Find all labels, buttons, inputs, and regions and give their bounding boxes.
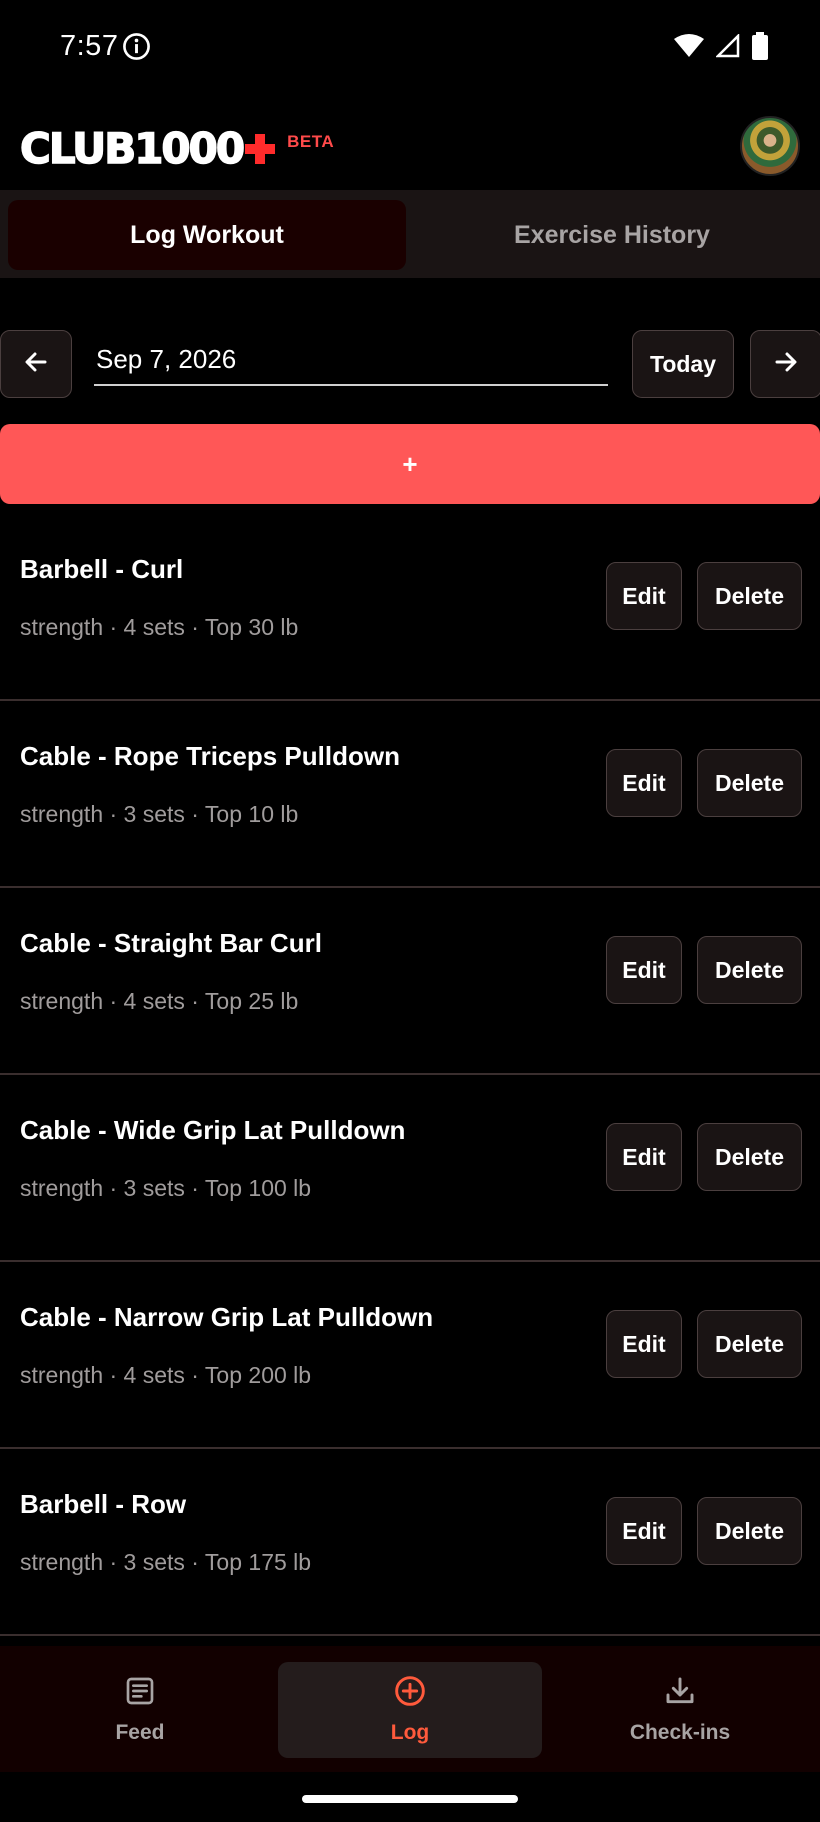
nav-check-ins-label: Check-ins [629,1721,731,1744]
tab-log-workout[interactable]: Log Workout [8,200,406,270]
exercise-meta: strength · 4 sets · Top 30 lb [20,614,299,640]
exercise-meta: strength · 4 sets · Top 25 lb [20,988,299,1014]
delete-button[interactable]: Delete [697,562,802,630]
tab-exercise-history[interactable]: Exercise History [412,200,812,270]
plus-circle-icon [394,1675,426,1713]
next-day-button[interactable] [750,330,820,398]
arrow-left-icon [25,352,47,377]
exercise-meta: strength · 3 sets · Top 100 lb [20,1175,312,1201]
delete-button[interactable]: Delete [697,936,802,1004]
feed-icon [124,1675,156,1713]
beta-badge: BETA [287,132,335,151]
exercise-meta: strength · 3 sets · Top 175 lb [20,1549,312,1575]
status-time: 7:57 [60,30,119,62]
wifi-icon [674,34,704,63]
nav-log[interactable]: Log [278,1662,542,1758]
logo-text: CLUB1000 [19,124,246,173]
edit-button[interactable]: Edit [606,562,682,630]
edit-button[interactable]: Edit [606,936,682,1004]
nav-feed[interactable]: Feed [40,1662,240,1758]
edit-button[interactable]: Edit [606,1310,682,1378]
edit-button[interactable]: Edit [606,1123,682,1191]
exercise-title: Cable - Narrow Grip Lat Pulldown [20,1302,434,1332]
battery-icon [752,32,768,65]
exercise-row: Cable - Wide Grip Lat Pulldown strength … [0,1075,820,1262]
add-exercise-button[interactable]: + [0,424,820,504]
previous-day-button[interactable] [0,330,72,398]
status-bar: 7:57 [0,0,820,96]
nav-log-label: Log [390,1721,430,1744]
delete-button[interactable]: Delete [697,1123,802,1191]
arrow-right-icon [775,352,797,377]
today-button[interactable]: Today [632,330,734,398]
info-icon [122,32,151,61]
exercise-row: Barbell - Curl strength · 4 sets · Top 3… [0,514,820,701]
exercise-title: Cable - Rope Triceps Pulldown [20,741,400,771]
signal-icon [714,32,740,63]
avatar[interactable] [740,116,800,176]
exercise-row: Cable - Narrow Grip Lat Pulldown strengt… [0,1262,820,1449]
exercise-row: Cable - Rope Triceps Pulldown strength ·… [0,701,820,888]
exercise-title: Cable - Wide Grip Lat Pulldown [20,1115,406,1145]
delete-button[interactable]: Delete [697,749,802,817]
exercise-title: Barbell - Curl [20,554,184,584]
date-navigation: Sep 7, 2026 Today [0,330,820,398]
exercise-title: Cable - Straight Bar Curl [20,928,322,958]
nav-check-ins[interactable]: Check-ins [580,1662,780,1758]
exercise-list: Barbell - Curl strength · 4 sets · Top 3… [0,514,820,1636]
tab-bar: Log Workout Exercise History [0,190,820,278]
exercise-meta: strength · 3 sets · Top 10 lb [20,801,299,827]
exercise-row: Barbell - Row strength · 3 sets · Top 17… [0,1449,820,1636]
delete-button[interactable]: Delete [697,1497,802,1565]
app-header: CLUB1000 BETA [0,110,820,190]
edit-button[interactable]: Edit [606,1497,682,1565]
exercise-title: Barbell - Row [20,1489,187,1519]
edit-button[interactable]: Edit [606,749,682,817]
bottom-navigation: Feed Log Check-ins [0,1646,820,1772]
nav-feed-label: Feed [115,1721,165,1744]
exercise-row: Cable - Straight Bar Curl strength · 4 s… [0,888,820,1075]
home-indicator[interactable] [302,1795,518,1803]
club1000-logo: CLUB1000 BETA [19,124,335,173]
logo-plus-icon [245,134,276,164]
date-field[interactable]: Sep 7, 2026 [94,340,608,386]
status-icons [674,32,768,65]
delete-button[interactable]: Delete [697,1310,802,1378]
download-icon [664,1675,696,1713]
exercise-meta: strength · 4 sets · Top 200 lb [20,1362,312,1388]
